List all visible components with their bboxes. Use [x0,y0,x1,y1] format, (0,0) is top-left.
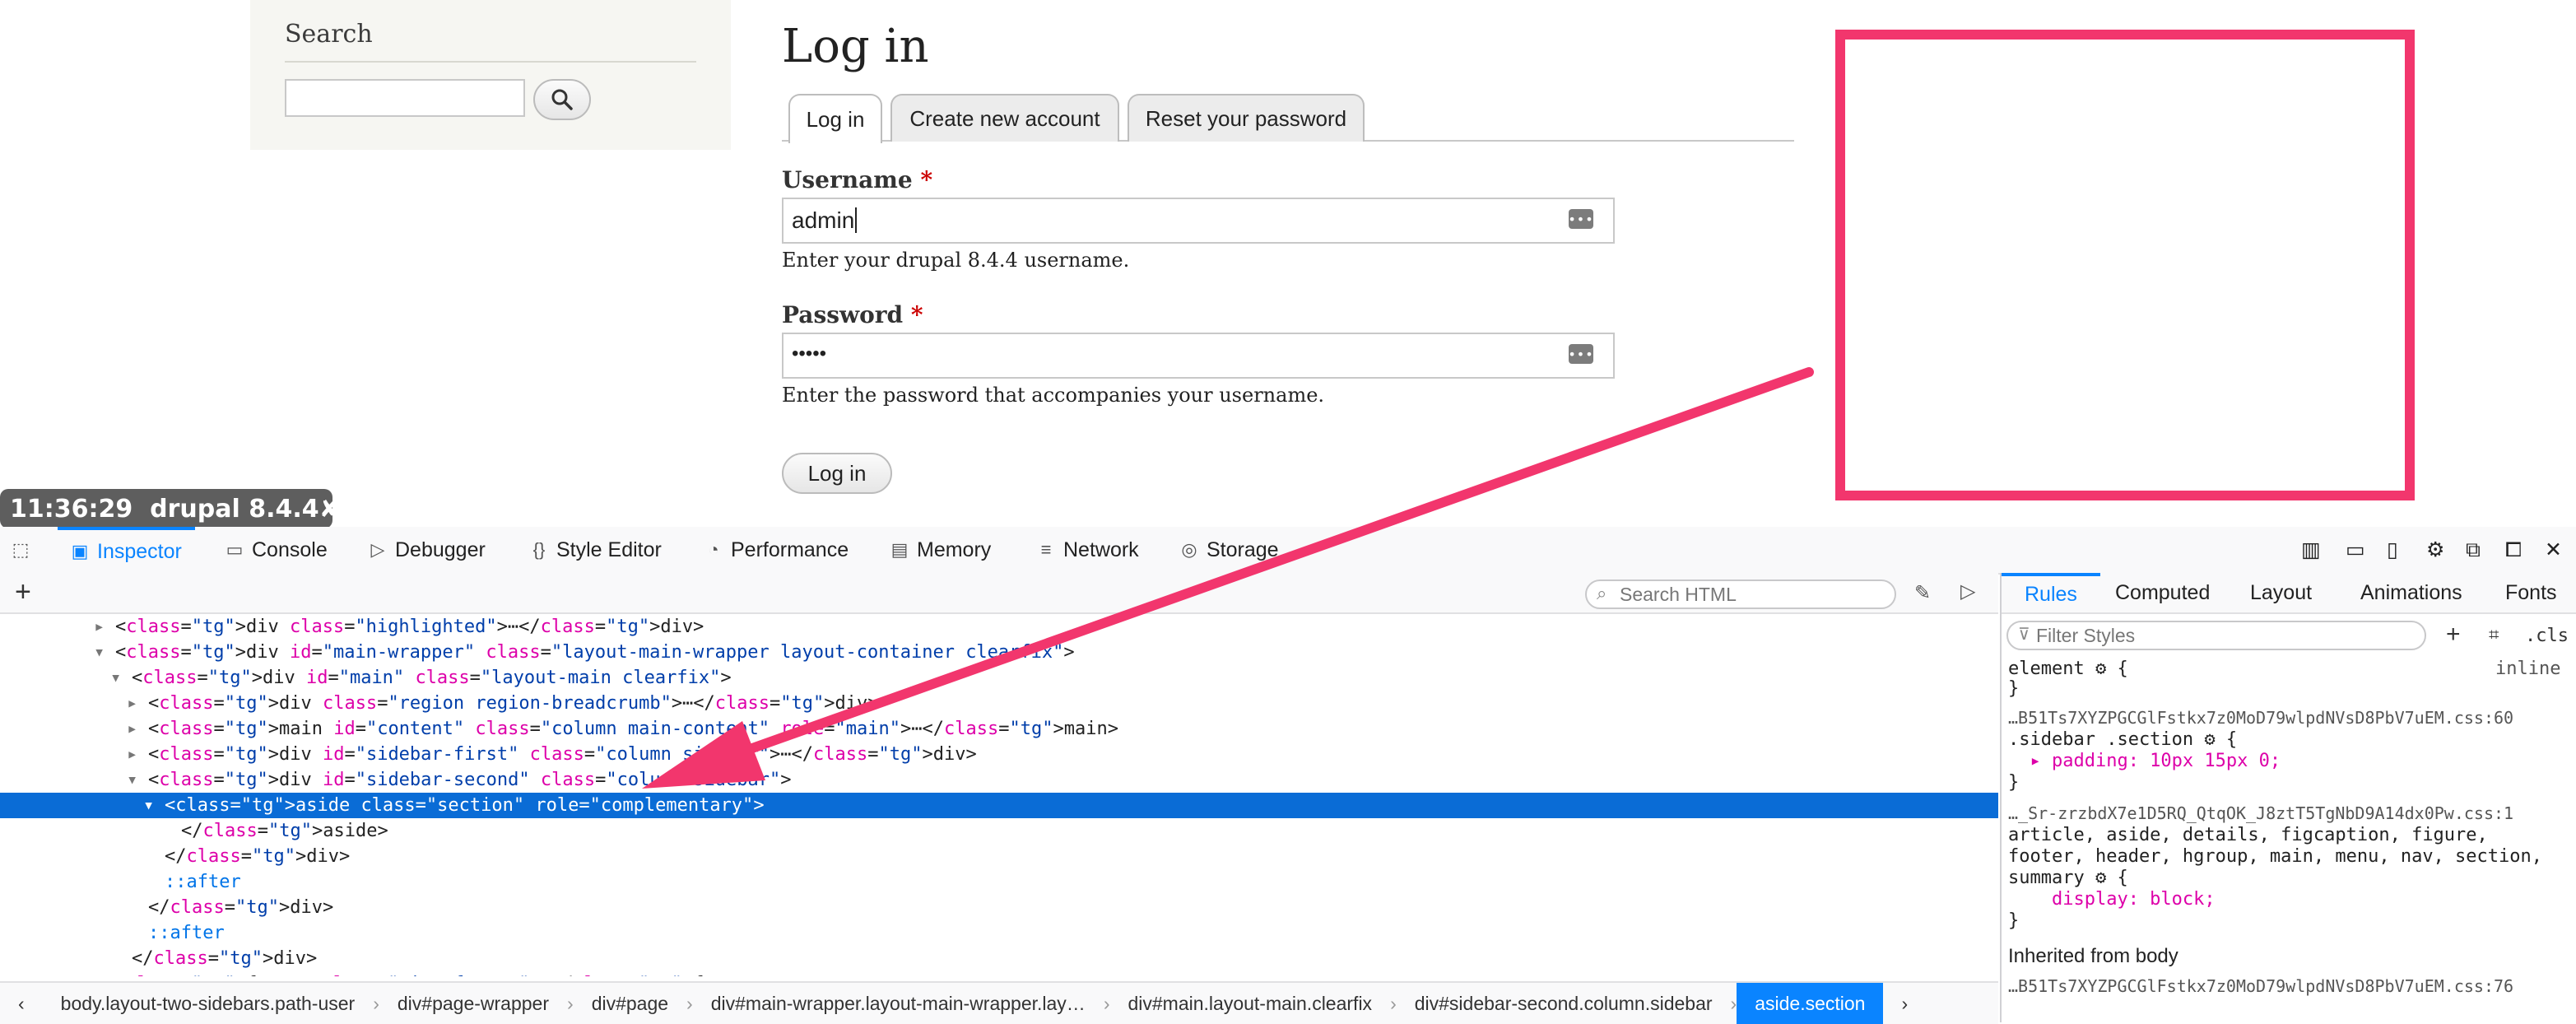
annotation-arrow [642,367,1814,789]
